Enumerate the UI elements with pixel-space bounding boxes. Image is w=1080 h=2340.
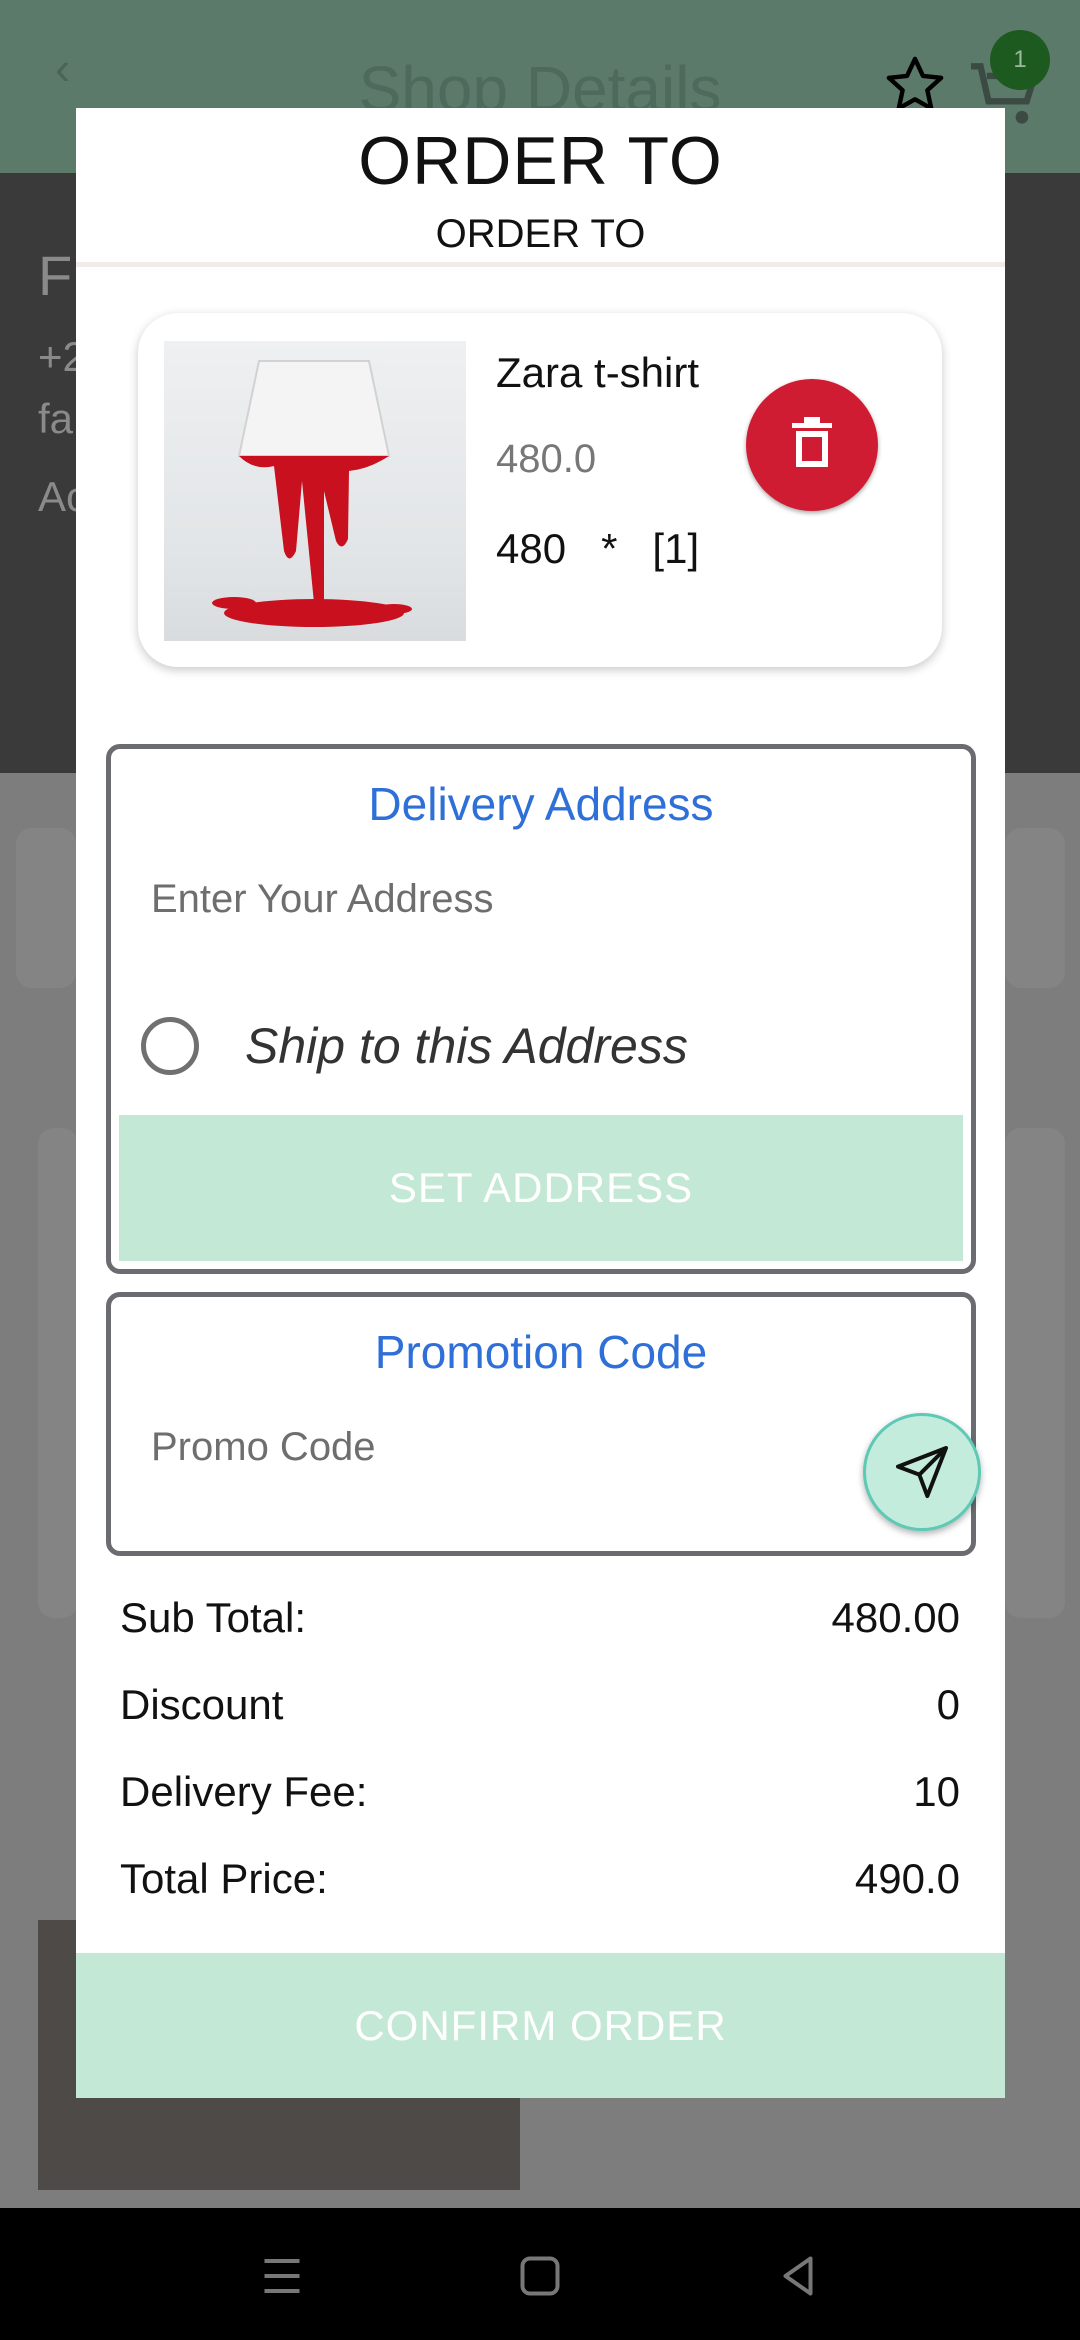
trash-icon — [792, 417, 832, 467]
summary-label: Discount — [120, 1681, 284, 1728]
promo-code-input[interactable] — [151, 1425, 791, 1470]
back-icon[interactable] — [768, 2246, 828, 2306]
lamp-image-icon — [212, 360, 412, 627]
cart-item-card: Zara t-shirt 480.0 480 * [1] — [138, 313, 942, 667]
summary-value: 10 — [913, 1768, 960, 1815]
background-hero-text: F — [38, 244, 73, 307]
summary-value: 490.0 — [854, 1855, 960, 1902]
delete-item-button[interactable] — [746, 379, 878, 511]
item-quantity: 480 * [1] — [496, 525, 700, 572]
background-card — [1005, 1128, 1065, 1618]
ship-to-address-radio[interactable] — [141, 1017, 199, 1075]
summary-label: Delivery Fee: — [120, 1768, 368, 1815]
send-icon — [896, 1446, 948, 1498]
dialog-title: ORDER TO — [358, 123, 723, 199]
promotion-code-title: Promotion Code — [374, 1326, 708, 1378]
item-price: 480.0 — [496, 437, 597, 481]
address-input[interactable] — [151, 877, 791, 922]
cart-count-badge: 1 — [990, 30, 1050, 90]
promotion-code-box: Promotion Code — [106, 1292, 981, 1556]
summary-row-total: Total Price: 490.0 — [120, 1855, 960, 1915]
delivery-address-title: Delivery Address — [368, 778, 714, 830]
background-card — [16, 828, 76, 988]
order-dialog: ORDER TO ORDER TO Zara t-shirt 480.0 480… — [76, 108, 1005, 2098]
summary-value: 480.00 — [831, 1594, 960, 1641]
delivery-address-box: Delivery Address Ship to this Address SE… — [106, 744, 976, 1274]
background-card — [38, 1128, 78, 1618]
dialog-subtitle: ORDER TO — [435, 212, 646, 256]
background-card — [1005, 828, 1065, 988]
ship-to-address-label: Ship to this Address — [245, 1018, 688, 1074]
apply-promo-button[interactable] — [863, 1413, 981, 1531]
summary-label: Total Price: — [120, 1855, 328, 1902]
system-nav-bar — [0, 2208, 1080, 2340]
background-hero-text: fa — [38, 395, 74, 442]
product-image — [164, 341, 466, 641]
divider — [76, 262, 1005, 267]
recent-apps-icon[interactable] — [252, 2246, 312, 2306]
set-address-button[interactable]: SET ADDRESS — [119, 1115, 963, 1261]
summary-row-subtotal: Sub Total: 480.00 — [120, 1594, 960, 1654]
summary-value: 0 — [936, 1681, 960, 1728]
home-icon[interactable] — [510, 2246, 570, 2306]
confirm-order-button[interactable]: CONFIRM ORDER — [76, 1953, 1005, 2098]
summary-label: Sub Total: — [120, 1594, 307, 1641]
summary-row-delivery-fee: Delivery Fee: 10 — [120, 1768, 960, 1828]
item-name: Zara t-shirt — [496, 349, 700, 396]
summary-row-discount: Discount 0 — [120, 1681, 960, 1741]
